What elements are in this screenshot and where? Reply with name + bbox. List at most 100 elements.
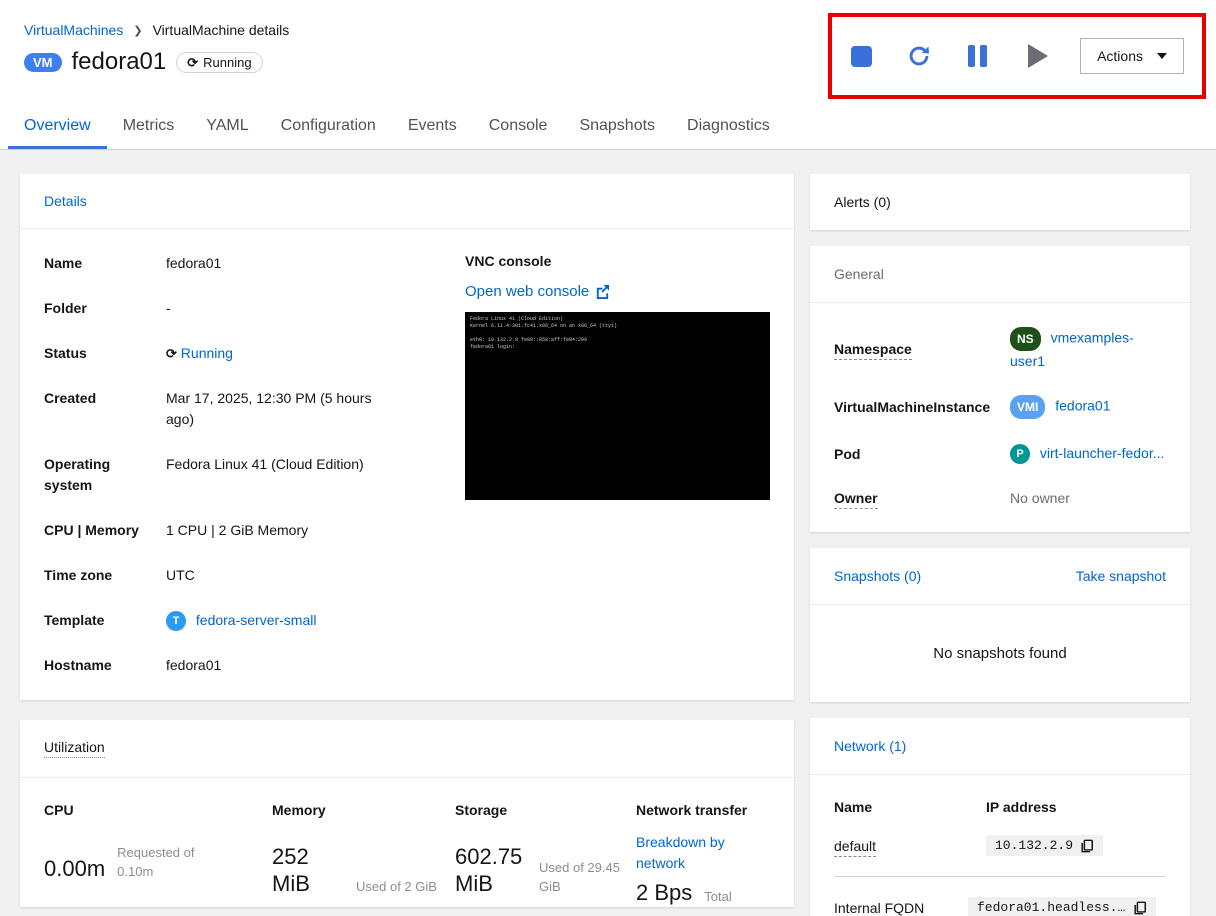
owner-value: No owner bbox=[1010, 490, 1070, 507]
copy-fqdn-button[interactable] bbox=[1133, 901, 1147, 915]
metric-name: Network transfer bbox=[636, 802, 748, 819]
memory-value: 252 MiB bbox=[272, 844, 310, 896]
tab-overview[interactable]: Overview bbox=[8, 106, 107, 149]
right-column: Alerts (0) General Namespace NS vmexampl… bbox=[810, 174, 1190, 916]
field-value: 1 CPU | 2 GiB Memory bbox=[166, 522, 309, 538]
detail-row-created: Created Mar 17, 2025, 12:30 PM (5 hours … bbox=[44, 388, 465, 430]
tab-diagnostics[interactable]: Diagnostics bbox=[671, 106, 786, 149]
field-value: fedora01 bbox=[166, 255, 222, 271]
page-title: fedora01 bbox=[71, 48, 167, 75]
network-transfer-detail: Total bbox=[704, 888, 732, 904]
details-card-header: Details bbox=[20, 174, 794, 229]
tab-yaml[interactable]: YAML bbox=[190, 106, 264, 149]
cpu-detail: Requested of 0.10m bbox=[117, 845, 195, 880]
field-value: fedora01 bbox=[166, 657, 222, 674]
copy-ip-button[interactable] bbox=[1080, 839, 1094, 853]
details-fields: Name fedora01 Folder - Status ⟳ Running bbox=[44, 253, 465, 676]
metric-name: Storage bbox=[455, 802, 508, 819]
vnc-console-preview[interactable]: Fedora Linux 41 (Cloud Edition) Kernel 6… bbox=[465, 312, 770, 500]
external-link-icon bbox=[597, 284, 610, 299]
pod-link[interactable]: virt-launcher-fedor... bbox=[1040, 445, 1165, 461]
field-label: Folder bbox=[44, 300, 87, 316]
detail-row-cpu-memory: CPU | Memory 1 CPU | 2 GiB Memory bbox=[44, 520, 465, 541]
breadcrumb-virtualmachines-link[interactable]: VirtualMachines bbox=[24, 22, 123, 38]
vnc-console-title: VNC console bbox=[465, 253, 552, 269]
field-label: Name bbox=[44, 255, 83, 271]
detail-row-timezone: Time zone UTC bbox=[44, 565, 465, 586]
breakdown-by-network-link[interactable]: Breakdown by network bbox=[636, 832, 746, 874]
tab-metrics[interactable]: Metrics bbox=[107, 106, 191, 149]
breadcrumb-current: VirtualMachine details bbox=[152, 22, 290, 38]
metric-name: Memory bbox=[272, 802, 326, 819]
memory-detail: Used of 2 GiB bbox=[356, 879, 437, 895]
details-title-link[interactable]: Details bbox=[44, 193, 87, 209]
storage-value: 602.75 MiB bbox=[455, 844, 523, 896]
namespace-label: Namespace bbox=[834, 339, 1010, 360]
tab-events[interactable]: Events bbox=[392, 106, 473, 149]
network-transfer-value: 2 Bps bbox=[636, 880, 693, 906]
status-badge[interactable]: ⟳ Running bbox=[176, 51, 263, 73]
memory-metric: Memory 252 MiB Used of 2 GiB bbox=[272, 802, 455, 906]
status-badge-label: Running bbox=[203, 54, 252, 70]
general-card: General Namespace NS vmexamples-user1 Vi… bbox=[810, 246, 1190, 533]
copy-icon bbox=[1081, 839, 1094, 853]
red-highlight-rectangle bbox=[828, 13, 1206, 99]
network-divider bbox=[834, 876, 1166, 878]
field-label: Status bbox=[44, 345, 87, 361]
page-header: VirtualMachines ❯ VirtualMachine details… bbox=[0, 0, 1216, 150]
open-web-console-link[interactable]: Open web console bbox=[465, 283, 610, 300]
storage-detail: Used of 29.45 GiB bbox=[539, 860, 620, 895]
alerts-title[interactable]: Alerts (0) bbox=[834, 194, 891, 210]
fqdn-value: fedora01.headless.vmex... bbox=[977, 900, 1126, 916]
open-web-console-label: Open web console bbox=[465, 283, 590, 300]
network-row-default: default 10.132.2.9 bbox=[834, 835, 1166, 857]
owner-label: Owner bbox=[834, 488, 1010, 510]
fqdn-label: Internal FQDN bbox=[834, 899, 925, 916]
general-row-namespace: Namespace NS vmexamples-user1 bbox=[834, 327, 1166, 371]
breadcrumb-chevron-icon: ❯ bbox=[133, 24, 143, 37]
template-badge: T bbox=[166, 611, 186, 632]
detail-row-status: Status ⟳ Running bbox=[44, 343, 465, 364]
cpu-value: 0.00m bbox=[44, 855, 106, 881]
metric-name: CPU bbox=[44, 802, 74, 819]
detail-row-folder: Folder - bbox=[44, 298, 465, 319]
network-name-value[interactable]: default bbox=[834, 837, 877, 857]
vmi-label: VirtualMachineInstance bbox=[834, 399, 991, 415]
detail-row-name: Name fedora01 bbox=[44, 253, 465, 274]
utilization-card: Utilization CPU 0.00m Requested of 0.10m… bbox=[20, 720, 794, 907]
field-label: Hostname bbox=[44, 657, 112, 674]
vnc-console-section: VNC console Open web console Fedora Linu… bbox=[465, 253, 770, 676]
tab-console[interactable]: Console bbox=[473, 106, 564, 149]
detail-row-hostname: Hostname fedora01 bbox=[44, 655, 465, 676]
utilization-body: CPU 0.00m Requested of 0.10m Memory 252 … bbox=[20, 778, 794, 906]
network-card: Network (1) Name IP address default 10.1… bbox=[810, 718, 1190, 916]
tab-configuration[interactable]: Configuration bbox=[265, 106, 392, 149]
field-label: Template bbox=[44, 612, 105, 628]
details-card-body: Name fedora01 Folder - Status ⟳ Running bbox=[20, 229, 794, 700]
fqdn-chip: fedora01.headless.vmex... bbox=[968, 897, 1156, 916]
network-table-header: Name IP address bbox=[834, 799, 1166, 815]
ip-address-chip: 10.132.2.9 bbox=[986, 835, 1104, 857]
field-label: Created bbox=[44, 390, 97, 406]
network-transfer-metric: Network transfer Breakdown by network 2 … bbox=[636, 802, 770, 906]
template-link[interactable]: fedora-server-small bbox=[196, 612, 317, 628]
general-row-vmi: VirtualMachineInstance VMI fedora01 bbox=[834, 395, 1166, 419]
snapshots-title-link[interactable]: Snapshots (0) bbox=[834, 568, 921, 584]
snapshots-card: Snapshots (0) Take snapshot No snapshots… bbox=[810, 548, 1190, 703]
vmi-link[interactable]: fedora01 bbox=[1055, 398, 1110, 414]
detail-row-os: Operating system Fedora Linux 41 (Cloud … bbox=[44, 454, 465, 496]
tab-snapshots[interactable]: Snapshots bbox=[563, 106, 671, 149]
network-col-ip: IP address bbox=[986, 799, 1057, 816]
tab-bar: Overview Metrics YAML Configuration Even… bbox=[0, 106, 1216, 149]
take-snapshot-button[interactable]: Take snapshot bbox=[1076, 568, 1166, 584]
field-label: CPU | Memory bbox=[44, 522, 139, 538]
pod-badge: P bbox=[1010, 444, 1030, 465]
ip-address-value: 10.132.2.9 bbox=[995, 838, 1074, 854]
cpu-metric: CPU 0.00m Requested of 0.10m bbox=[44, 802, 272, 906]
details-card: Details Name fedora01 Folder - Status ⟳ … bbox=[20, 174, 794, 701]
utilization-title[interactable]: Utilization bbox=[44, 739, 105, 759]
pod-label: Pod bbox=[834, 445, 861, 462]
status-running-link[interactable]: Running bbox=[181, 345, 233, 361]
vmi-badge: VMI bbox=[1010, 395, 1046, 419]
network-title-link[interactable]: Network (1) bbox=[834, 738, 906, 754]
